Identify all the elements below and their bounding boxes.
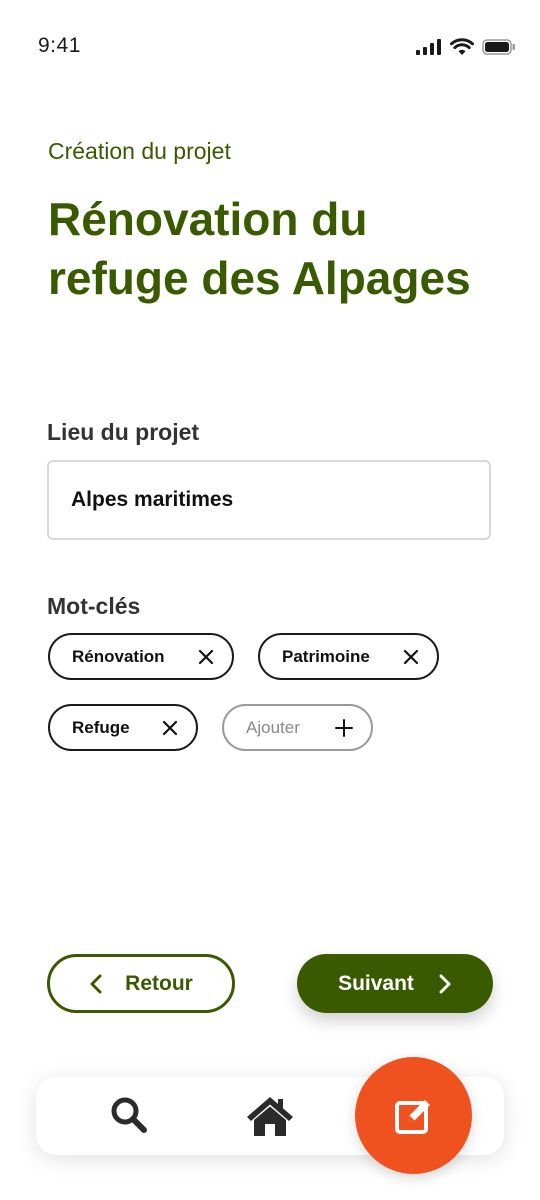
edit-fab-button[interactable] [355, 1057, 472, 1174]
project-creation-screen: 9:41 Création du projet Rénovation du re… [0, 0, 540, 1200]
search-icon[interactable] [110, 1096, 148, 1134]
back-button[interactable]: Retour [47, 954, 235, 1013]
add-keyword-label: Ajouter [246, 717, 300, 737]
close-icon[interactable] [198, 649, 214, 665]
close-icon[interactable] [162, 720, 178, 736]
status-icons [416, 38, 516, 61]
add-keyword-button[interactable]: Ajouter [222, 704, 373, 751]
plus-icon [335, 718, 353, 737]
keyword-chip-renovation[interactable]: Rénovation [48, 633, 234, 680]
back-button-label: Retour [125, 971, 193, 995]
status-bar: 9:41 [0, 0, 540, 96]
page-subtitle: Création du projet [48, 138, 231, 164]
chip-label: Refuge [72, 717, 130, 737]
location-label: Lieu du projet [47, 419, 200, 445]
keyword-chip-patrimoine[interactable]: Patrimoine [258, 633, 439, 680]
keyword-chip-refuge[interactable]: Refuge [48, 704, 198, 751]
keywords-label: Mot-clés [47, 593, 141, 619]
battery-icon [482, 39, 516, 60]
location-input[interactable]: Alpes maritimes [47, 460, 491, 540]
next-button-label: Suivant [338, 971, 414, 995]
chip-label: Patrimoine [282, 646, 370, 666]
close-icon[interactable] [403, 649, 419, 665]
next-button[interactable]: Suivant [297, 954, 493, 1013]
status-time: 9:41 [38, 34, 81, 57]
wifi-icon [450, 38, 474, 61]
chevron-right-icon [438, 974, 452, 994]
page-title: Rénovation du refuge des Alpages [48, 193, 471, 304]
home-icon[interactable] [245, 1095, 295, 1137]
edit-icon [394, 1096, 434, 1136]
chevron-left-icon [89, 974, 103, 994]
cellular-signal-icon [416, 39, 442, 60]
chip-label: Rénovation [72, 646, 165, 666]
